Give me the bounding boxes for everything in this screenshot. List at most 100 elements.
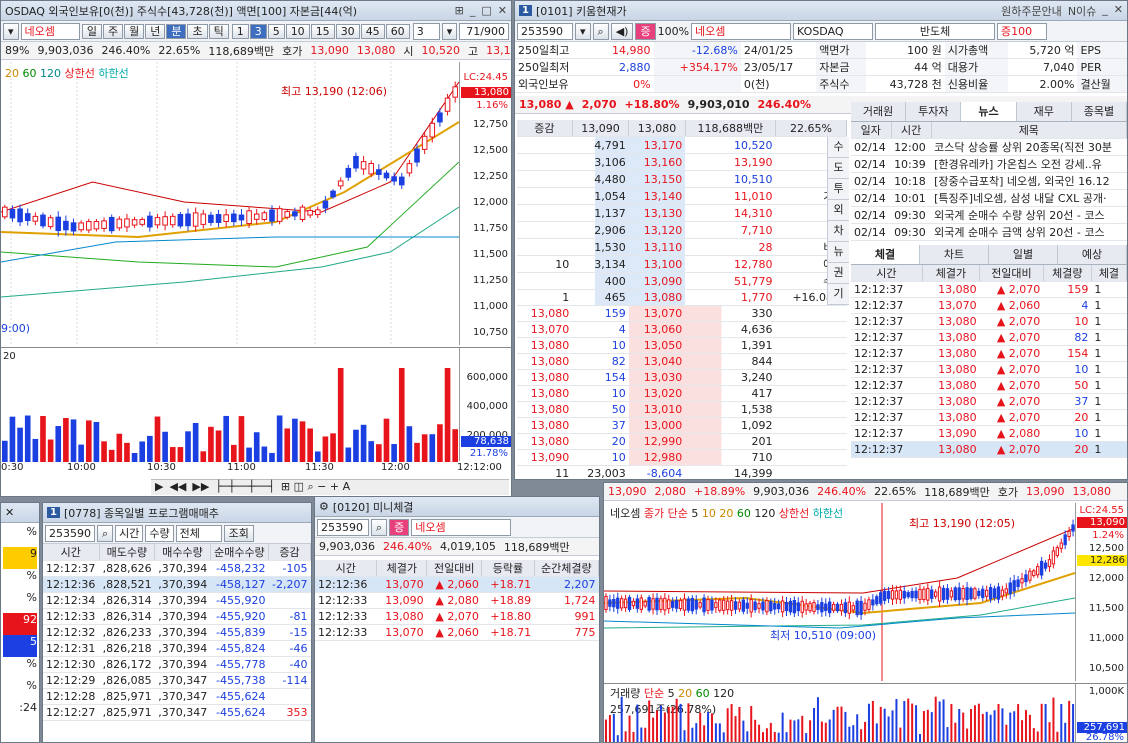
search-icon[interactable]: ⌕ — [592, 22, 609, 40]
stock-name-field[interactable]: 네오셈 — [20, 22, 80, 40]
minute-button-3[interactable]: 10 — [285, 23, 310, 39]
unit-select[interactable]: 수량 — [145, 524, 174, 542]
play-icon[interactable]: ▶ — [155, 480, 163, 495]
minute-button-5[interactable]: 30 — [335, 23, 360, 39]
partial-titlebar[interactable]: ✕ — [1, 503, 39, 523]
trade-row[interactable]: 12:12:37 13,090 ▲ 2,080 10 1 — [851, 425, 1127, 442]
period-button-6[interactable]: 틱 — [208, 23, 229, 39]
forward-icon[interactable]: ▶▶ — [192, 480, 209, 495]
period-button-1[interactable]: 주 — [102, 23, 124, 39]
trade-row[interactable]: 12:12:37 13,080 ▲ 2,070 82 1 — [851, 329, 1127, 346]
mode-select[interactable]: 시간 — [115, 524, 144, 542]
filter-select[interactable]: 전체 — [175, 524, 222, 542]
trade-row[interactable]: 12:12:37 13,080 ▲ 2,070 10 1 — [851, 361, 1127, 378]
minute-button-6[interactable]: 45 — [360, 23, 385, 39]
order-guide-link[interactable]: 원하주문안내 — [1001, 3, 1062, 19]
period-button-2[interactable]: 월 — [124, 23, 145, 39]
program-row[interactable]: 12:12:31,826,218,370,394 -455,824 -46 — [43, 640, 311, 657]
tab-3[interactable]: 재무 — [1017, 102, 1072, 121]
ask-row[interactable]: 2,90613,1207,710하 — [517, 221, 847, 239]
side-tab[interactable]: 도 — [828, 158, 849, 179]
period-button-3[interactable]: 년 — [145, 23, 166, 39]
ask-row[interactable]: 103,13413,10012,780예상 — [517, 255, 847, 273]
minute-button-2[interactable]: 5 — [267, 23, 285, 39]
ask-row[interactable]: 40013,09051,779수량 — [517, 272, 847, 290]
trade-row[interactable]: 12:12:37 13,080 ▲ 2,070 159 1 — [851, 281, 1127, 298]
side-tab[interactable]: 기 — [828, 284, 849, 305]
ask-row[interactable]: 1 465 13,080 1,770 +16.08% — [517, 289, 847, 306]
side-tab[interactable]: 차 — [828, 221, 849, 242]
side-tab[interactable]: 투 — [828, 179, 849, 200]
price-chart[interactable]: 20 60 120 상한선 하한선 LC:24.45 13,080 1.16% 12,… — [1, 62, 511, 364]
program-row[interactable]: 12:12:28,825,971,370,347 -455,624 — [43, 688, 311, 705]
speaker-icon[interactable]: ◀) — [610, 22, 634, 40]
side-tab[interactable]: 권 — [828, 263, 849, 284]
program-row[interactable]: 12:12:34,826,314,370,394 -455,920 — [43, 592, 311, 609]
maximize-icon[interactable]: □ — [481, 4, 491, 17]
mini-trade-row[interactable]: 12:12:33 13,070 ▲ 2,060 +18.71 775 — [315, 624, 599, 641]
settings-icon[interactable]: ⚙ — [319, 500, 329, 513]
ask-row[interactable]: 4,48013,15010,510저 — [517, 170, 847, 188]
program-row[interactable]: 12:12:27,825,971,370,347 -455,624 353 — [43, 704, 311, 721]
news-row[interactable]: 02/14 12:00 코스닥 상승률 상위 20종목(직전 30분 — [851, 138, 1127, 156]
tab-0[interactable]: 거래원 — [851, 102, 907, 121]
news-row[interactable]: 02/14 10:39 [한경유레카] 가온칩스 오전 강세..유 — [851, 155, 1127, 173]
minute-button-7[interactable]: 60 — [385, 23, 410, 39]
minute-button-0[interactable]: 1 — [231, 23, 249, 39]
mini-titlebar[interactable]: ⚙ [0120] 미니체결 — [315, 497, 599, 517]
ask-row[interactable]: 4,79113,17010,520시 — [517, 136, 847, 154]
side-tab[interactable]: 뉴 — [828, 242, 849, 263]
news-row[interactable]: 02/14 10:18 [장중수급포착] 네오셈, 외국인 16.12 — [851, 172, 1127, 190]
period-button-4[interactable]: 분 — [166, 23, 187, 39]
mini-trade-row[interactable]: 12:12:36 13,070 ▲ 2,060 +18.71 2,207 — [315, 576, 599, 593]
volume-chart[interactable]: 20 600,000400,000200,00078,63821.78% — [1, 347, 511, 462]
bid-row[interactable]: 13,080 82 13,040 844 — [517, 353, 847, 370]
trade-tab-1[interactable]: 차트 — [920, 245, 989, 264]
trade-tab-2[interactable]: 일별 — [989, 245, 1058, 264]
trade-row[interactable]: 12:12:37 13,080 ▲ 2,070 20 1 — [851, 441, 1127, 458]
issue-link[interactable]: N이슈 — [1068, 3, 1096, 19]
trade-row[interactable]: 12:12:37 13,080 ▲ 2,070 20 1 — [851, 409, 1127, 426]
bid-row[interactable]: 13,090 10 12,980 710 — [517, 449, 847, 466]
close-icon[interactable]: ✕ — [5, 506, 14, 519]
tab-4[interactable]: 종목별 — [1072, 102, 1127, 121]
ask-row[interactable]: 1,53013,11028비용 — [517, 238, 847, 256]
ask-row[interactable]: 1,13713,13014,310상 — [517, 204, 847, 222]
trade-tab-3[interactable]: 예상 — [1058, 245, 1127, 264]
tools-icon[interactable]: ⊞ ◫ ⌕ − + A — [281, 480, 350, 495]
minimize-icon[interactable]: _ — [1102, 3, 1108, 19]
chart-nav-toolbar[interactable]: ▶ ◀◀ ▶▶ ├─┼──┼──┤ ⊞ ◫ ⌕ − + A — [151, 479, 509, 495]
trade-row[interactable]: 12:12:37 13,080 ▲ 2,070 154 1 — [851, 345, 1127, 362]
close-icon[interactable]: ✕ — [498, 4, 507, 17]
search-icon[interactable]: ⌕ — [97, 524, 114, 542]
mini-trade-row[interactable]: 12:12:33 13,090 ▲ 2,080 +18.89 1,724 — [315, 592, 599, 609]
bid-row[interactable]: 13,080 159 13,070 330 — [517, 305, 847, 322]
trade-row[interactable]: 12:12:37 13,080 ▲ 2,070 10 1 — [851, 313, 1127, 330]
rewind-icon[interactable]: ◀◀ — [169, 480, 186, 495]
trade-tab-0[interactable]: 체결 — [851, 245, 920, 264]
program-row[interactable]: 12:12:36,828,521,370,394 -458,127 -2,207 — [43, 576, 311, 593]
news-row[interactable]: 02/14 09:30 외국계 순매수 수량 상위 20선 - 코스 — [851, 206, 1127, 224]
bottom-volume-chart[interactable]: 거래량 단순 5 20 60 120 257,691주(26.78%) 1,000… — [604, 683, 1127, 742]
bid-row[interactable]: 13,080 154 13,030 3,240 — [517, 369, 847, 386]
program-row[interactable]: 12:12:30,826,172,370,394 -455,778 -40 — [43, 656, 311, 673]
program-row[interactable]: 12:12:29,826,085,370,347 -455,738 -114 — [43, 672, 311, 689]
news-row[interactable]: 02/14 09:30 외국계 순매수 금액 상위 20선 - 코스 — [851, 223, 1127, 241]
mini-trade-row[interactable]: 12:12:33 13,080 ▲ 2,070 +18.80 991 — [315, 608, 599, 625]
dropdown-arrow-icon[interactable]: ▾ — [575, 22, 591, 40]
minute-select[interactable]: 3 — [412, 22, 440, 40]
stock-code-input[interactable]: 253590 — [517, 22, 573, 40]
search-icon[interactable]: ⌕ — [371, 518, 388, 536]
minute-button-4[interactable]: 15 — [310, 23, 335, 39]
program-titlebar[interactable]: 1 [0778] 종목일별 프로그램매매추 — [43, 503, 311, 523]
link-icon[interactable]: ⊞ — [455, 4, 464, 17]
bottom-price-chart[interactable]: 네오셈 종가 단순 5 10 20 60 120 상한선 하한선 LC:24.5… — [604, 503, 1127, 681]
period-button-5[interactable]: 초 — [187, 23, 208, 39]
ask-row[interactable]: 3,10613,16013,190고 — [517, 153, 847, 171]
trade-row[interactable]: 12:12:37 13,070 ▲ 2,060 4 1 — [851, 297, 1127, 314]
tab-1[interactable]: 투자자 — [906, 102, 962, 121]
news-row[interactable]: 02/14 10:01 [특징주]네오셈, 삼성 내달 CXL 공개· — [851, 189, 1127, 207]
minute-dropdown-icon[interactable]: ▾ — [441, 22, 458, 40]
quote-titlebar[interactable]: 1 [0101] 키움현재가 원하주문안내 N이슈 _ ✕ — [515, 1, 1127, 21]
zoom-slider[interactable]: ├─┼──┼──┤ — [215, 480, 275, 495]
